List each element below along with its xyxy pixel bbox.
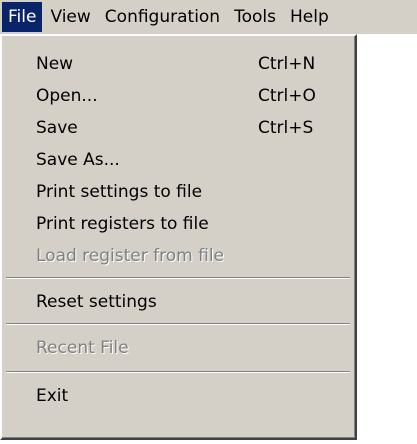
- menu-item-label: Reset settings: [36, 292, 157, 312]
- menu-item-open[interactable]: Open... Ctrl+O: [2, 80, 355, 112]
- menu-item-print-registers[interactable]: Print registers to file: [2, 208, 355, 240]
- menu-help[interactable]: Help: [284, 2, 335, 32]
- menu-item-load-register: Load register from file: [2, 240, 355, 272]
- menu-item-label: Save As...: [36, 150, 120, 170]
- menu-item-label: Recent File: [36, 338, 129, 358]
- file-dropdown-menu: New Ctrl+N Open... Ctrl+O Save Ctrl+S Sa…: [0, 34, 357, 440]
- menu-item-shortcut: Ctrl+N: [258, 54, 316, 74]
- menu-separator: [6, 323, 350, 325]
- menu-item-new[interactable]: New Ctrl+N: [2, 48, 355, 80]
- menu-item-shortcut: Ctrl+O: [258, 86, 316, 106]
- menu-item-label: Exit: [36, 386, 69, 406]
- menu-item-exit[interactable]: Exit: [2, 380, 355, 412]
- menu-configuration[interactable]: Configuration: [99, 2, 226, 32]
- menu-tools[interactable]: Tools: [228, 2, 282, 32]
- menu-item-label: Print registers to file: [36, 214, 209, 234]
- menu-item-save[interactable]: Save Ctrl+S: [2, 112, 355, 144]
- menu-item-label: Load register from file: [36, 246, 225, 266]
- menu-item-label: Print settings to file: [36, 182, 203, 202]
- menu-view[interactable]: View: [44, 2, 96, 32]
- menu-item-save-as[interactable]: Save As...: [2, 144, 355, 176]
- menu-bar: File View Configuration Tools Help: [0, 0, 417, 34]
- menu-item-label: Save: [36, 118, 78, 138]
- menu-item-label: Open...: [36, 86, 98, 106]
- menu-file[interactable]: File: [2, 2, 43, 32]
- menu-separator: [6, 277, 350, 279]
- menu-separator: [6, 371, 350, 373]
- menu-item-shortcut: Ctrl+S: [258, 118, 314, 138]
- menu-item-reset-settings[interactable]: Reset settings: [2, 286, 355, 318]
- menu-item-print-settings[interactable]: Print settings to file: [2, 176, 355, 208]
- menu-item-recent-file: Recent File: [2, 332, 355, 364]
- menu-item-label: New: [36, 54, 74, 74]
